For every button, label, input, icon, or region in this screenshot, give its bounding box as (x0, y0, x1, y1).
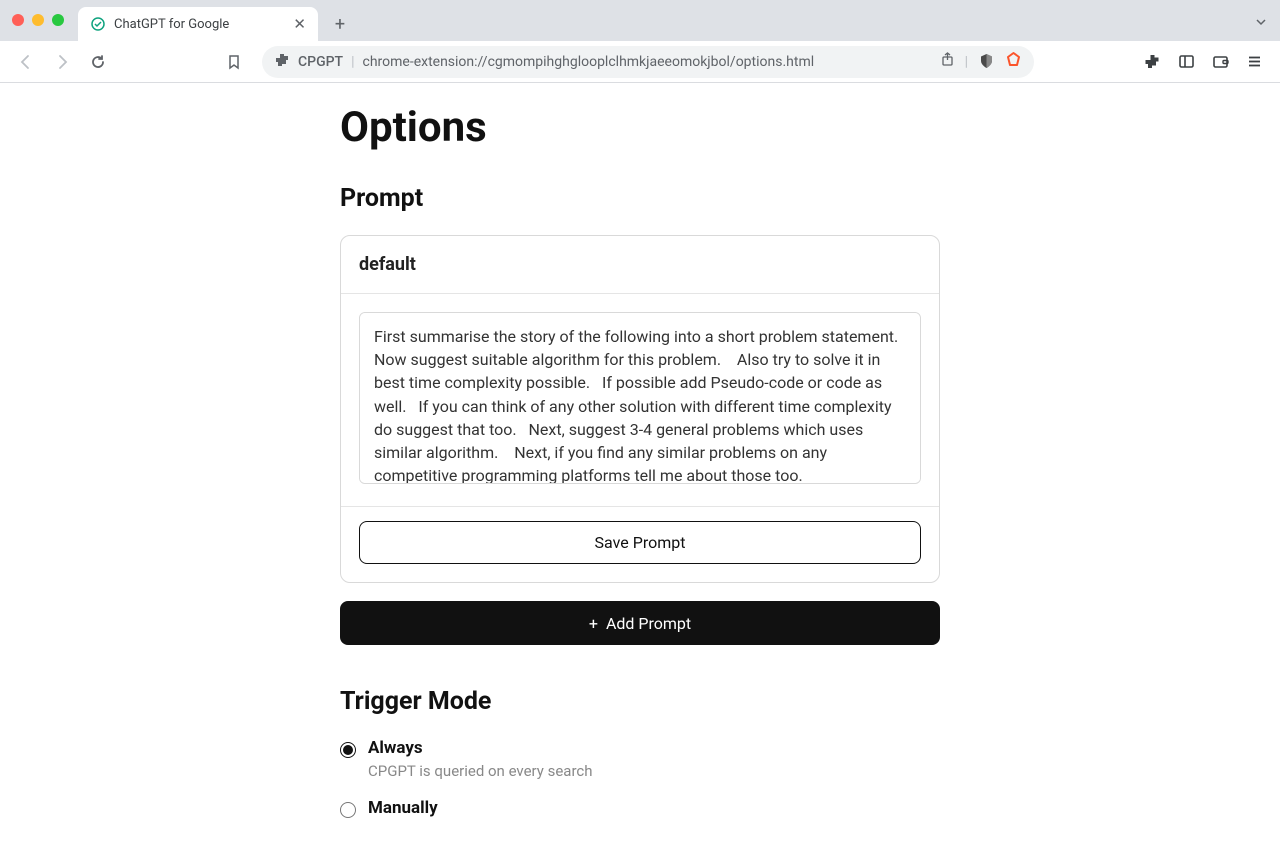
maximize-window-button[interactable] (52, 14, 64, 26)
brave-icon[interactable] (1005, 51, 1022, 72)
tab-title: ChatGPT for Google (114, 17, 229, 32)
radio-icon (340, 802, 356, 818)
add-prompt-label: Add Prompt (606, 614, 691, 633)
bookmark-button[interactable] (218, 46, 250, 78)
radio-label: Manually (368, 798, 438, 818)
close-tab-icon[interactable]: ✕ (293, 15, 306, 33)
back-button[interactable] (10, 46, 42, 78)
add-prompt-button[interactable]: + Add Prompt (340, 601, 940, 645)
radio-label: Always (368, 738, 593, 758)
share-icon[interactable] (940, 52, 955, 71)
extensions-icon[interactable] (1136, 46, 1168, 78)
plus-icon: + (589, 614, 598, 633)
extension-icon (274, 52, 290, 72)
prompt-section-title: Prompt (340, 184, 940, 213)
close-window-button[interactable] (12, 14, 24, 26)
prompt-card: default Save Prompt (340, 235, 940, 583)
trigger-option-manually[interactable]: Manually (340, 798, 940, 818)
prompt-card-header: default (341, 236, 939, 294)
address-bar[interactable]: CPGPT | chrome-extension://cgmompihghglo… (262, 46, 1034, 78)
wallet-icon[interactable] (1204, 46, 1236, 78)
save-prompt-button[interactable]: Save Prompt (359, 521, 921, 564)
trigger-section-title: Trigger Mode (340, 687, 940, 716)
address-divider: | (351, 54, 354, 70)
browser-toolbar: CPGPT | chrome-extension://cgmompihghglo… (0, 41, 1280, 83)
tab-favicon (90, 16, 106, 32)
menu-icon[interactable] (1238, 46, 1270, 78)
minimize-window-button[interactable] (32, 14, 44, 26)
radio-icon (340, 742, 356, 758)
forward-button[interactable] (46, 46, 78, 78)
window-controls (12, 14, 64, 26)
url-text: chrome-extension://cgmompihghglooplclhmk… (363, 54, 932, 70)
browser-tab[interactable]: ChatGPT for Google ✕ (78, 7, 318, 41)
trigger-option-always[interactable]: Always CPGPT is queried on every search (340, 738, 940, 780)
reload-button[interactable] (82, 46, 114, 78)
new-tab-button[interactable]: + (326, 10, 354, 38)
prompt-textarea[interactable] (359, 312, 921, 484)
radio-description: CPGPT is queried on every search (368, 762, 593, 780)
sidebar-icon[interactable] (1170, 46, 1202, 78)
page-content: Options Prompt default Save Prompt + Add… (0, 83, 1280, 856)
trigger-radio-group: Always CPGPT is queried on every search … (340, 738, 940, 818)
shield-icon[interactable] (978, 53, 995, 70)
address-divider-2: | (965, 54, 968, 70)
prompt-name: default (359, 254, 921, 275)
browser-tab-bar: ChatGPT for Google ✕ + (0, 0, 1280, 41)
extension-label: CPGPT (298, 54, 343, 70)
page-title: Options (340, 103, 940, 152)
tabs-dropdown-icon[interactable] (1254, 14, 1268, 33)
